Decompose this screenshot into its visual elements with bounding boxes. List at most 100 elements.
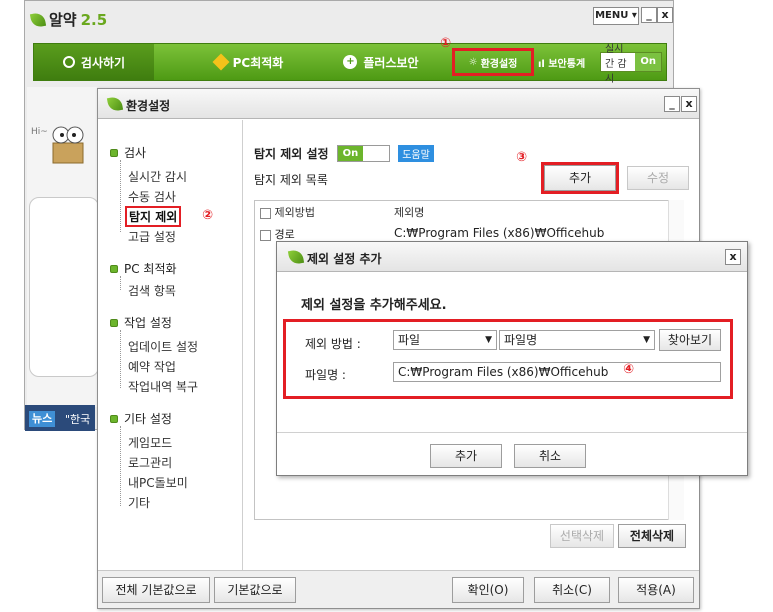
row-method: 경로 bbox=[274, 228, 295, 241]
exclusion-header: 탐지 제외 설정 On 도움말 bbox=[254, 145, 434, 162]
group-bullet-icon bbox=[110, 414, 118, 423]
filename-label: 파일명 : bbox=[305, 368, 346, 382]
leaf-logo-icon bbox=[29, 11, 47, 28]
sidebar-item-search-items[interactable]: 검색 항목 bbox=[128, 282, 176, 299]
sidebar-item-exclusions[interactable]: 탐지 제외 bbox=[125, 206, 182, 227]
method-label: 제외 방법 : bbox=[305, 337, 361, 351]
name-type-value: 파일명 bbox=[504, 333, 538, 347]
column-method-label: 제외방법 bbox=[274, 206, 315, 219]
broom-icon bbox=[212, 53, 230, 71]
exclusion-toggle[interactable]: On bbox=[336, 145, 391, 162]
close-button[interactable]: x bbox=[657, 7, 673, 23]
select-all-checkbox[interactable] bbox=[260, 207, 271, 219]
ok-button[interactable]: 확인(O) bbox=[452, 577, 524, 603]
sidebar-group-label: 기타 설정 bbox=[124, 412, 172, 426]
bar-chart-icon: ıl bbox=[538, 59, 549, 70]
nav-settings-highlight[interactable]: ☼ 환경설정 bbox=[452, 48, 534, 76]
sidebar-item-log-management[interactable]: 로그관리 bbox=[128, 454, 172, 471]
chevron-down-icon: ▼ bbox=[485, 335, 492, 345]
settings-title: 환경설정 bbox=[126, 99, 171, 113]
name-type-select[interactable]: 파일명 ▼ bbox=[499, 330, 655, 350]
method-select-value: 파일 bbox=[398, 333, 421, 347]
sidebar-item-manual-scan[interactable]: 수동 검사 bbox=[128, 188, 176, 205]
exclusion-toggle-on: On bbox=[337, 146, 364, 161]
cancel-button[interactable]: 취소(C) bbox=[534, 577, 610, 603]
sidebar-group-label: 검사 bbox=[124, 146, 147, 160]
nav-scan-label: 검사하기 bbox=[80, 55, 126, 70]
settings-footer: 전체 기본값으로 기본값으로 확인(O) 취소(C) 적용(A) bbox=[98, 570, 699, 608]
dialog-divider bbox=[277, 432, 747, 433]
magnifier-icon bbox=[62, 56, 75, 68]
row-name: C:₩Program Files (x86)₩Officehub bbox=[394, 226, 605, 240]
sidebar-item-task-history[interactable]: 작업내역 복구 bbox=[128, 378, 198, 395]
nav-settings-label: 환경설정 bbox=[480, 58, 518, 70]
sidebar-item-etc[interactable]: 기타 bbox=[128, 494, 150, 511]
settings-minimize-button[interactable]: _ bbox=[664, 96, 680, 112]
gear-icon: ☼ bbox=[468, 56, 478, 68]
news-badge[interactable]: 뉴스 bbox=[29, 411, 56, 427]
exclusion-title: 탐지 제외 설정 bbox=[254, 147, 329, 161]
app-title: 알약 2.5 bbox=[29, 9, 108, 30]
reset-button[interactable]: 기본값으로 bbox=[214, 577, 296, 603]
row-checkbox[interactable] bbox=[260, 229, 271, 241]
group-bullet-icon bbox=[110, 318, 118, 327]
news-text[interactable]: "한국 bbox=[65, 411, 90, 427]
annotation-1: ① bbox=[440, 36, 452, 51]
sidebar-group-other[interactable]: 기타 설정 bbox=[110, 410, 172, 427]
dialog-add-button[interactable]: 추가 bbox=[430, 444, 502, 468]
group-bullet-icon bbox=[110, 148, 118, 157]
group-bullet-icon bbox=[110, 264, 118, 273]
nav-plus-security[interactable]: + 플러스보안 bbox=[326, 44, 436, 80]
sidebar-item-update-settings[interactable]: 업데이트 설정 bbox=[128, 338, 198, 355]
nav-security-stats[interactable]: ıl 보안통계 bbox=[538, 55, 585, 70]
add-dialog-titlebar: 제외 설정 추가 x bbox=[277, 242, 747, 272]
mascot-image bbox=[52, 126, 84, 164]
add-exclusion-button[interactable]: 추가 bbox=[544, 165, 616, 191]
sidebar-group-pc-optimize[interactable]: PC 최적화 bbox=[110, 260, 177, 277]
filename-input[interactable]: C:₩Program Files (x86)₩Officehub bbox=[393, 362, 721, 382]
exclusion-list-label: 탐지 제외 목록 bbox=[254, 173, 328, 187]
method-select[interactable]: 파일 ▼ bbox=[393, 330, 497, 350]
leaf-logo-icon bbox=[106, 95, 124, 113]
sidebar-item-advanced[interactable]: 고급 설정 bbox=[128, 228, 176, 245]
realtime-label: 실시간 감시 bbox=[605, 43, 627, 85]
sidebar-item-game-mode[interactable]: 게임모드 bbox=[128, 434, 172, 451]
sidebar-item-realtime[interactable]: 실시간 감시 bbox=[128, 168, 187, 185]
settings-sidebar: 검사 실시간 감시 수동 검사 탐지 제외 ② 고급 설정 PC 최적화 검색 … bbox=[98, 120, 243, 570]
minimize-button[interactable]: _ bbox=[641, 7, 657, 23]
apply-button[interactable]: 적용(A) bbox=[618, 577, 694, 603]
settings-close-button[interactable]: x bbox=[681, 96, 697, 112]
sidebar-item-scheduled-tasks[interactable]: 예약 작업 bbox=[128, 358, 176, 375]
reset-all-button[interactable]: 전체 기본값으로 bbox=[102, 577, 210, 603]
add-dialog-close-button[interactable]: x bbox=[725, 249, 741, 265]
sidebar-group-scan[interactable]: 검사 bbox=[110, 144, 146, 161]
nav-security-label: 플러스보안 bbox=[363, 55, 419, 70]
app-content-card bbox=[29, 197, 99, 377]
nav-optimize-label: PC최적화 bbox=[232, 55, 284, 70]
table-row[interactable]: 경로 bbox=[260, 226, 295, 242]
dialog-cancel-button[interactable]: 취소 bbox=[514, 444, 586, 468]
realtime-state: On bbox=[635, 53, 661, 71]
annotation-3: ③ bbox=[516, 150, 528, 165]
table-header-name[interactable]: 제외명 bbox=[394, 204, 424, 220]
realtime-toggle[interactable]: 실시간 감시 On bbox=[600, 44, 662, 85]
delete-selected-button[interactable]: 선택삭제 bbox=[550, 524, 614, 548]
add-dialog-title: 제외 설정 추가 bbox=[307, 252, 382, 266]
edit-exclusion-button[interactable]: 수정 bbox=[627, 166, 689, 190]
leaf-logo-icon bbox=[287, 248, 305, 266]
browse-button[interactable]: 찾아보기 bbox=[659, 329, 721, 351]
nav-scan[interactable]: 검사하기 bbox=[34, 44, 154, 80]
delete-all-button[interactable]: 전체삭제 bbox=[618, 524, 686, 548]
main-nav-bar: 검사하기 PC최적화 + 플러스보안 ☼ 환경설정 ıl 보안통계 실시간 감시… bbox=[33, 43, 667, 85]
menu-button[interactable]: MENU ▾ bbox=[593, 7, 639, 25]
table-header-method[interactable]: 제외방법 bbox=[260, 204, 315, 220]
sidebar-item-my-pc-care[interactable]: 내PC돌보미 bbox=[128, 474, 188, 491]
sidebar-group-label: 작업 설정 bbox=[124, 316, 172, 330]
help-button[interactable]: 도움말 bbox=[398, 145, 434, 162]
annotation-2: ② bbox=[202, 208, 214, 223]
sidebar-group-tasks[interactable]: 작업 설정 bbox=[110, 314, 172, 331]
sidebar-group-label: PC 최적화 bbox=[124, 262, 177, 276]
app-version: 2.5 bbox=[80, 10, 108, 29]
add-dialog-prompt: 제외 설정을 추가해주세요. bbox=[301, 298, 447, 313]
nav-pc-optimize[interactable]: PC최적화 bbox=[194, 44, 304, 80]
